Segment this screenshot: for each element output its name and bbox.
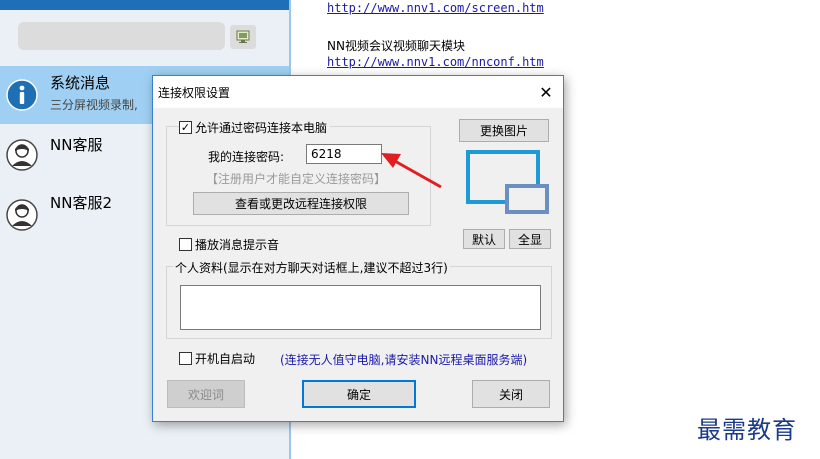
checkbox-unchecked-icon xyxy=(179,238,192,251)
password-label: 我的连接密码: xyxy=(208,150,285,164)
user-avatar-icon xyxy=(6,139,38,171)
sidebar-top-bar xyxy=(0,0,289,10)
contact-name: NN客服 xyxy=(50,136,103,154)
dialog-titlebar[interactable]: 连接权限设置 ✕ xyxy=(153,76,563,108)
info-icon xyxy=(6,79,38,111)
search-input[interactable] xyxy=(18,22,225,50)
autostart-note: (连接无人值守电脑,请安装NN远程桌面服务端) xyxy=(280,353,528,367)
close-icon[interactable]: ✕ xyxy=(529,76,563,108)
chat-link-screen[interactable]: http://www.nnv1.com/screen.htm xyxy=(327,1,544,15)
dialog-title: 连接权限设置 xyxy=(158,86,231,100)
welcome-button[interactable]: 欢迎词 xyxy=(167,380,245,408)
user-avatar-icon xyxy=(6,199,38,231)
password-hint: 【注册用户才能自定义连接密码】 xyxy=(206,172,387,186)
close-button[interactable]: 关闭 xyxy=(472,380,550,408)
checkbox-unchecked-icon xyxy=(179,352,192,365)
monitor-button[interactable] xyxy=(230,25,256,49)
autostart-checkbox[interactable]: 开机自启动 xyxy=(179,350,255,367)
allow-password-label: 允许通过密码连接本电脑 xyxy=(195,121,328,135)
profile-label: 个人资料(显示在对方聊天对话框上,建议不超过3行) xyxy=(173,259,450,276)
default-button[interactable]: 默认 xyxy=(463,229,505,249)
password-field[interactable]: 6218 xyxy=(306,144,382,164)
chat-message-text: NN视频会议视频聊天模块 xyxy=(327,39,465,53)
contact-name: NN客服2 xyxy=(50,194,112,212)
change-image-button[interactable]: 更换图片 xyxy=(459,119,549,142)
fullscreen-button[interactable]: 全显 xyxy=(509,229,551,249)
autostart-label: 开机自启动 xyxy=(195,352,256,366)
preview-small-screen xyxy=(505,184,549,214)
chat-link-nnconf[interactable]: http://www.nnv1.com/nnconf.htm xyxy=(327,55,544,69)
view-permissions-button[interactable]: 查看或更改远程连接权限 xyxy=(193,192,409,215)
screen-preview-icon xyxy=(463,150,553,218)
contact-preview: 三分屏视频录制, xyxy=(50,98,138,112)
allow-password-checkbox[interactable]: ✓ 允许通过密码连接本电脑 xyxy=(179,119,331,136)
play-sound-label: 播放消息提示音 xyxy=(195,238,280,252)
connection-permission-dialog: 连接权限设置 ✕ ✓ 允许通过密码连接本电脑 我的连接密码: 6218 【注册用… xyxy=(152,75,564,422)
play-sound-checkbox[interactable]: 播放消息提示音 xyxy=(179,236,279,253)
contact-name: 系统消息 xyxy=(50,74,111,92)
monitor-icon xyxy=(236,30,250,43)
watermark: 最需教育 xyxy=(697,416,797,444)
ok-button[interactable]: 确定 xyxy=(302,380,416,408)
profile-textarea[interactable] xyxy=(180,285,541,330)
checkbox-checked-icon: ✓ xyxy=(179,121,192,134)
